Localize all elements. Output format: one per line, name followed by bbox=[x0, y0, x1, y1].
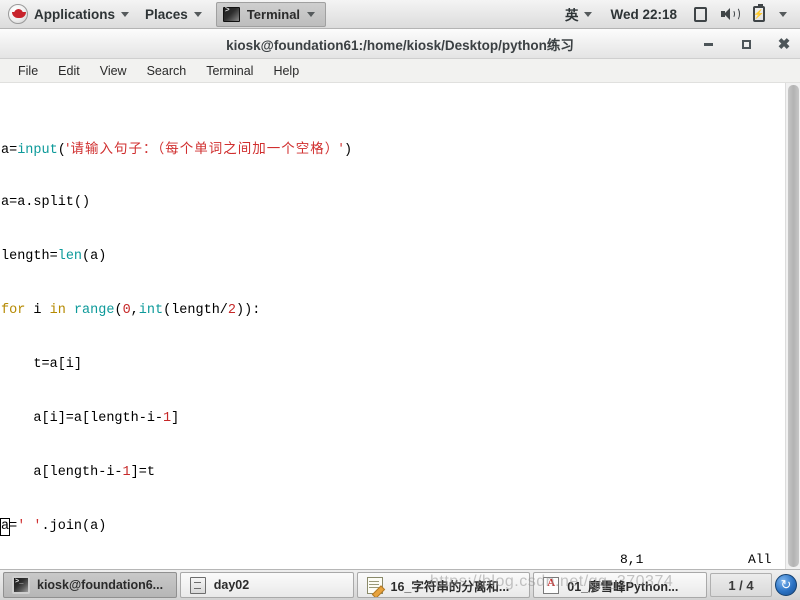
scrollbar-thumb[interactable] bbox=[788, 85, 799, 567]
file-cabinet-icon bbox=[189, 576, 207, 594]
clock[interactable]: Wed 22:18 bbox=[600, 7, 687, 22]
code-line: a=a.split() bbox=[1, 195, 91, 210]
chevron-down-icon bbox=[121, 11, 130, 17]
display-icon[interactable] bbox=[687, 6, 714, 22]
window-titlebar[interactable]: kiosk@foundation61:/home/kiosk/Desktop/p… bbox=[0, 29, 800, 59]
chevron-down-icon bbox=[307, 11, 316, 17]
menu-terminal[interactable]: Terminal bbox=[196, 59, 263, 83]
window-list-item-terminal[interactable]: Terminal bbox=[215, 1, 327, 27]
chevron-down-icon bbox=[584, 11, 593, 17]
taskbar-item-notepad[interactable]: 16_字符串的分离和... bbox=[356, 572, 531, 598]
maximize-icon[interactable] bbox=[738, 36, 754, 52]
chevron-down-icon bbox=[193, 11, 202, 17]
menu-view[interactable]: View bbox=[90, 59, 137, 83]
taskbar-item-pdf[interactable]: 01_廖雪峰Python... bbox=[533, 572, 707, 598]
close-icon[interactable]: ✖ bbox=[776, 36, 792, 52]
workspace-switcher[interactable]: 1 / 4 bbox=[710, 573, 772, 597]
menu-edit[interactable]: Edit bbox=[48, 59, 90, 83]
terminal-scrollbar[interactable] bbox=[785, 83, 800, 569]
menu-search[interactable]: Search bbox=[137, 59, 197, 83]
terminal-icon bbox=[222, 6, 240, 22]
code-line: a=' '.join(a) bbox=[0, 518, 107, 536]
code-line: a[i]=a[length-i-1] bbox=[1, 411, 180, 426]
taskbar-item-label: day02 bbox=[213, 578, 250, 592]
cursor-position: 8,1 bbox=[620, 552, 644, 567]
input-method-label: 英 bbox=[564, 8, 579, 23]
menu-file[interactable]: File bbox=[8, 59, 48, 83]
sync-icon[interactable] bbox=[775, 574, 797, 596]
vim-editor-area[interactable]: a=input('请输入句子：（每个单词之间加一个空格）') a=a.split… bbox=[0, 83, 785, 569]
volume-glyph bbox=[721, 7, 740, 21]
code-line: a=input('请输入句子：（每个单词之间加一个空格）') bbox=[1, 141, 353, 158]
scroll-percent: All bbox=[748, 552, 772, 567]
applications-menu[interactable]: Applications bbox=[0, 0, 137, 29]
menu-help[interactable]: Help bbox=[263, 59, 309, 83]
top-panel-tray: 英 Wed 22:18 ⚡ bbox=[557, 0, 800, 29]
taskbar: kiosk@foundation6... day02 16_字符串的分离和...… bbox=[0, 569, 800, 600]
terminal-window: kiosk@foundation61:/home/kiosk/Desktop/p… bbox=[0, 29, 800, 569]
vim-cursor: a bbox=[0, 518, 11, 536]
code-line: for i in range(0,int(length/2)): bbox=[1, 303, 261, 318]
window-list-item-label: Terminal bbox=[246, 6, 301, 22]
input-method-switcher[interactable]: 英 bbox=[557, 0, 601, 29]
taskbar-item-label: kiosk@foundation6... bbox=[37, 578, 164, 592]
taskbar-item-terminal[interactable]: kiosk@foundation6... bbox=[3, 572, 177, 598]
code-line: a[length-i-1]=t bbox=[1, 465, 155, 480]
places-menu[interactable]: Places bbox=[137, 0, 210, 29]
vim-statusline: 8,1 All bbox=[0, 549, 800, 569]
volume-icon[interactable] bbox=[714, 7, 746, 21]
taskbar-item-label: 01_廖雪峰Python... bbox=[567, 579, 679, 594]
redhat-logo-icon bbox=[8, 4, 28, 24]
terminal-body[interactable]: a=input('请输入句子：（每个单词之间加一个空格）') a=a.split… bbox=[0, 83, 800, 569]
taskbar-item-label: 16_字符串的分离和... bbox=[390, 579, 510, 594]
places-menu-label: Places bbox=[145, 6, 188, 22]
top-panel: Applications Places Terminal 英 Wed 22:18… bbox=[0, 0, 800, 29]
applications-menu-label: Applications bbox=[34, 6, 116, 22]
window-title: kiosk@foundation61:/home/kiosk/Desktop/p… bbox=[226, 37, 574, 53]
chevron-down-icon bbox=[779, 11, 787, 17]
tray-menu-button[interactable] bbox=[772, 11, 794, 17]
display-glyph bbox=[694, 6, 707, 22]
taskbar-item-day02[interactable]: day02 bbox=[179, 572, 354, 598]
code-line: length=len(a) bbox=[1, 249, 107, 264]
minimize-icon[interactable] bbox=[700, 36, 716, 52]
notepad-icon bbox=[366, 576, 384, 594]
menubar: File Edit View Search Terminal Help bbox=[0, 59, 800, 83]
battery-glyph: ⚡ bbox=[753, 4, 765, 22]
code-line: t=a[i] bbox=[1, 357, 83, 372]
terminal-icon bbox=[12, 576, 30, 594]
window-controls: ✖ bbox=[700, 29, 792, 59]
battery-icon[interactable]: ⚡ bbox=[746, 4, 772, 22]
pdf-document-icon bbox=[542, 576, 560, 594]
